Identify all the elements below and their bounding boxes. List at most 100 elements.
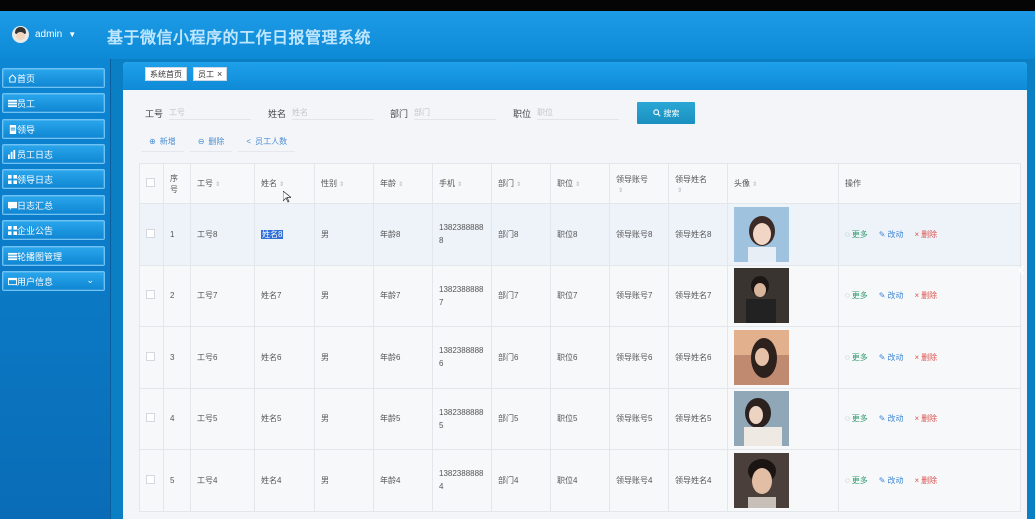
sidebar-item-announcement[interactable]: 企业公告 <box>2 220 105 240</box>
row-checkbox[interactable] <box>146 413 155 423</box>
tab-employee[interactable]: 员工 × <box>193 67 228 81</box>
more-button[interactable]: ◌ 更多 <box>845 290 868 301</box>
column-header-leader-account[interactable]: 领导账号 ⇕ <box>609 163 669 204</box>
user-menu[interactable]: admin ▼ <box>12 26 76 43</box>
row-select-cell[interactable] <box>139 449 164 512</box>
app-header: admin ▼ 基于微信小程序的工作日报管理系统 <box>0 11 1035 59</box>
cell-sex: 男 <box>314 326 374 389</box>
sidebar-item-employee[interactable]: 员工 <box>2 93 105 113</box>
close-icon[interactable]: × <box>217 69 222 79</box>
column-header-age[interactable]: 年龄 ⇕ <box>373 163 433 204</box>
delete-button[interactable]: × 删除 <box>914 475 937 486</box>
cell-no: 工号8 <box>190 203 255 266</box>
employee-no-input[interactable] <box>169 106 252 120</box>
add-button[interactable]: ⊕ 新增 <box>141 132 184 152</box>
more-button[interactable]: ◌ 更多 <box>845 352 868 363</box>
column-header-label: 工号 <box>197 179 213 188</box>
batch-delete-button[interactable]: ⊖ 删除 <box>189 132 233 152</box>
edit-button[interactable]: ✎ 改动 <box>879 290 904 301</box>
tab-home[interactable]: 系统首页 <box>145 67 187 81</box>
row-checkbox[interactable] <box>146 228 155 238</box>
count-label: 员工人数 <box>255 137 288 146</box>
search-label: 职位 <box>513 108 532 119</box>
row-select-cell[interactable] <box>139 326 164 389</box>
row-checkbox[interactable] <box>146 351 155 361</box>
select-all-checkbox[interactable] <box>146 178 155 187</box>
table-row[interactable]: 5 工号4 姓名4 男 年龄4 13823888884 部门4 职位4 领导账号… <box>139 449 1021 512</box>
table-row[interactable]: 4 工号5 姓名5 男 年龄5 13823888885 部门5 职位5 领导账号… <box>139 387 1021 450</box>
sort-icon[interactable]: ⇕ <box>516 182 521 188</box>
sidebar-item-label: 领导 <box>17 124 36 135</box>
column-header-label: 序号 <box>170 173 178 194</box>
row-select-cell[interactable] <box>139 264 164 327</box>
position-input[interactable] <box>537 106 620 120</box>
table-row[interactable]: 3 工号6 姓名6 男 年龄6 13823888886 部门6 职位6 领导账号… <box>139 326 1021 389</box>
cell-age: 年龄8 <box>373 203 433 266</box>
column-header-avatar[interactable]: 头像 ⇕ <box>727 163 839 204</box>
table-header-row: 序号 工号 ⇕ 姓名 ⇕ 性别 ⇕ 年龄 ⇕ 手机 ⇕ 部门 ⇕ 职位 ⇕ 领导账号 ⇕ 领导姓… <box>139 163 1021 204</box>
sidebar-item-user-info[interactable]: 用户信息 ⌄ <box>2 271 105 291</box>
sort-icon[interactable]: ⇕ <box>339 182 344 188</box>
table-row[interactable]: 1 工号8 姓名8 男 年龄8 13823888888 部门8 职位8 领导账号… <box>139 203 1021 266</box>
sidebar-item-employee-log[interactable]: 员工日志 <box>2 144 105 164</box>
edit-label: 改动 <box>887 229 904 239</box>
employee-count-button[interactable]: < 员工人数 <box>238 132 296 152</box>
sidebar-item-carousel[interactable]: 轮播图管理 <box>2 246 105 266</box>
column-header-label: 职位 <box>557 179 573 188</box>
delete-label: 删除 <box>921 414 938 424</box>
delete-button[interactable]: × 删除 <box>914 352 937 363</box>
more-button[interactable]: ◌ 更多 <box>845 475 868 486</box>
row-checkbox[interactable] <box>146 474 155 484</box>
edit-button[interactable]: ✎ 改动 <box>879 229 904 240</box>
sidebar-item-home[interactable]: 首页 <box>2 68 105 88</box>
cell-index: 5 <box>163 449 191 512</box>
close-icon: × <box>914 414 920 424</box>
column-header-no[interactable]: 工号 ⇕ <box>190 163 255 204</box>
sort-icon[interactable]: ⇕ <box>398 182 403 188</box>
edit-label: 改动 <box>887 475 904 485</box>
sort-icon[interactable]: ⇕ <box>752 182 757 188</box>
search-icon <box>652 109 661 117</box>
search-label: 部门 <box>390 108 409 119</box>
delete-button[interactable]: × 删除 <box>914 229 937 240</box>
sort-icon[interactable]: ⇕ <box>279 182 284 188</box>
edit-button[interactable]: ✎ 改动 <box>879 475 904 486</box>
row-select-cell[interactable] <box>139 203 164 266</box>
avatar-photo[interactable] <box>734 329 789 385</box>
edit-button[interactable]: ✎ 改动 <box>879 352 904 363</box>
chevron-right-icon[interactable]: ‹ <box>1018 258 1035 280</box>
sidebar-item-log-summary[interactable]: 日志汇总 <box>2 195 105 215</box>
delete-button[interactable]: × 删除 <box>914 413 937 424</box>
delete-button[interactable]: × 删除 <box>914 290 937 301</box>
sort-icon[interactable]: ⇕ <box>575 182 580 188</box>
more-button[interactable]: ◌ 更多 <box>845 413 868 424</box>
search-button[interactable]: 搜索 <box>637 102 695 124</box>
edit-button[interactable]: ✎ 改动 <box>879 413 904 424</box>
sort-icon[interactable]: ⇕ <box>677 188 682 194</box>
sidebar-item-leader[interactable]: 领导 <box>2 119 105 139</box>
name-input[interactable] <box>292 106 375 120</box>
row-checkbox[interactable] <box>146 290 155 300</box>
sidebar-item-leader-log[interactable]: 领导日志 <box>2 169 105 189</box>
column-header-dept[interactable]: 部门 ⇕ <box>491 163 551 204</box>
sort-icon[interactable]: ⇕ <box>457 182 462 188</box>
column-header-position[interactable]: 职位 ⇕ <box>550 163 610 204</box>
more-button[interactable]: ◌ 更多 <box>845 229 868 240</box>
avatar-photo[interactable] <box>734 391 789 447</box>
edit-icon: ✎ <box>878 352 886 362</box>
column-header-leader-name[interactable]: 领导姓名 ⇕ <box>668 163 728 204</box>
department-input[interactable] <box>414 106 497 120</box>
avatar-photo[interactable] <box>734 452 789 508</box>
column-header-sex[interactable]: 性别 ⇕ <box>314 163 374 204</box>
cell-phone: 13823888887 <box>432 264 492 327</box>
sort-icon[interactable]: ⇕ <box>618 188 623 194</box>
table-row[interactable]: 2 工号7 姓名7 男 年龄7 13823888887 部门7 职位7 领导账号… <box>139 264 1021 327</box>
select-all-cell[interactable] <box>139 163 164 204</box>
delete-label: 删除 <box>208 137 225 146</box>
avatar-photo[interactable] <box>734 206 789 262</box>
grid-icon <box>8 175 17 184</box>
sort-icon[interactable]: ⇕ <box>215 182 220 188</box>
avatar-photo[interactable] <box>734 268 789 324</box>
row-select-cell[interactable] <box>139 387 164 450</box>
column-header-phone[interactable]: 手机 ⇕ <box>432 163 492 204</box>
